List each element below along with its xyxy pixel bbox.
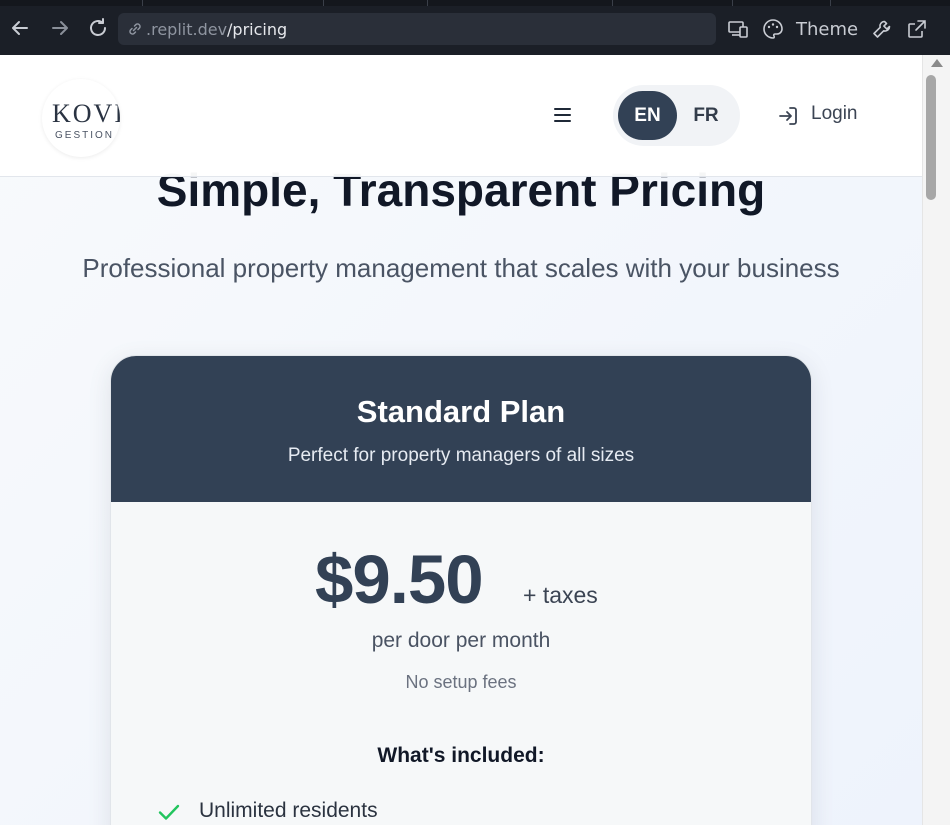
- logo[interactable]: KOVI GESTION: [42, 79, 120, 157]
- login-label: Login: [811, 103, 858, 124]
- login-icon: [777, 105, 799, 127]
- language-toggle: EN FR: [613, 85, 740, 146]
- tab-divider: [427, 0, 428, 6]
- included-heading: What's included:: [377, 744, 545, 767]
- setup-fee-note: No setup fees: [405, 672, 517, 692]
- tab-divider: [142, 0, 143, 6]
- browser-tab-strip: [0, 0, 950, 6]
- theme-button[interactable]: Theme: [796, 19, 858, 40]
- plan-price: $9.50: [315, 541, 484, 618]
- hamburger-menu-icon[interactable]: [551, 105, 575, 125]
- pricing-card-header: Standard Plan Perfect for property manag…: [111, 356, 811, 502]
- back-arrow-icon[interactable]: [8, 16, 32, 40]
- wrench-icon[interactable]: [871, 18, 893, 40]
- lang-en-button[interactable]: EN: [618, 91, 677, 140]
- logo-wordmark: KOVI: [52, 99, 120, 128]
- tab-divider: [830, 0, 831, 6]
- page-viewport: KOVI GESTION EN FR Login Simple, Transpa…: [0, 55, 922, 825]
- forward-arrow-icon[interactable]: [48, 16, 72, 40]
- tab-divider: [732, 0, 733, 6]
- url-text: .replit.dev/pricing: [146, 20, 287, 39]
- check-icon: [157, 801, 181, 823]
- plan-tax-note: + taxes: [523, 582, 598, 608]
- plan-unit: per door per month: [371, 629, 551, 652]
- scrollbar-thumb[interactable]: [926, 75, 936, 200]
- external-link-icon[interactable]: [906, 18, 928, 40]
- reload-icon[interactable]: [86, 16, 110, 40]
- link-icon: [126, 20, 144, 38]
- lang-fr-button[interactable]: FR: [680, 91, 732, 140]
- pricing-card: Standard Plan Perfect for property manag…: [110, 355, 812, 825]
- site-header: KOVI GESTION EN FR Login: [0, 55, 922, 177]
- tab-divider: [323, 0, 324, 6]
- browser-toolbar: .replit.dev/pricing Theme: [0, 0, 950, 55]
- scroll-up-arrow-icon[interactable]: [931, 59, 943, 67]
- feature-label: Unlimited residents: [199, 799, 378, 822]
- devices-icon[interactable]: [727, 18, 749, 40]
- page-subtitle: Professional property management that sc…: [82, 253, 840, 283]
- palette-icon[interactable]: [762, 18, 784, 40]
- url-domain: .replit.dev: [146, 20, 228, 39]
- tab-divider: [612, 0, 613, 6]
- url-path: /pricing: [227, 20, 288, 39]
- plan-description: Perfect for property managers of all siz…: [287, 445, 635, 466]
- logo-tagline: GESTION: [55, 130, 115, 141]
- address-bar[interactable]: .replit.dev/pricing: [118, 13, 716, 45]
- plan-name: Standard Plan: [356, 394, 566, 429]
